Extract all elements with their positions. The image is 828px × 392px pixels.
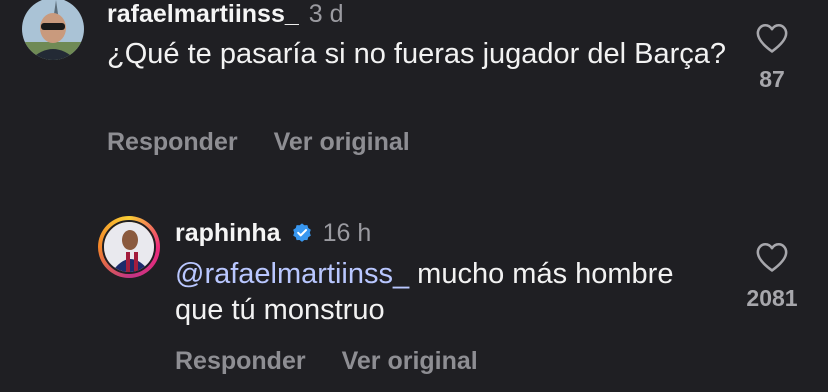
- comment-actions: Responder Ver original: [107, 128, 410, 157]
- reply-header: raphinha 16 h: [175, 216, 371, 250]
- like-control: 87: [727, 22, 817, 93]
- username[interactable]: raphinha: [175, 219, 281, 248]
- see-original-button[interactable]: Ver original: [342, 347, 478, 376]
- timestamp: 16 h: [322, 218, 372, 247]
- avatar[interactable]: [102, 220, 156, 274]
- timestamp: 3 d: [308, 0, 344, 28]
- avatar-photo: [104, 222, 154, 272]
- reply-button[interactable]: Responder: [175, 347, 306, 376]
- comment-text: ¿Qué te pasaría si no fueras jugador del…: [107, 38, 727, 70]
- avatar-photo: [22, 0, 84, 60]
- reply-text: @rafaelmartiinss_ mucho más hombre que t…: [175, 256, 695, 328]
- reply-actions: Responder Ver original: [175, 347, 478, 376]
- heart-icon[interactable]: [755, 241, 789, 273]
- like-control: 2081: [727, 241, 817, 312]
- comment-item: rafaelmartiinss_ 3 d ¿Qué te pasaría si …: [0, 0, 828, 170]
- mention-link[interactable]: @rafaelmartiinss_: [175, 258, 409, 290]
- reply-button[interactable]: Responder: [107, 128, 238, 157]
- verified-badge-icon: [292, 223, 311, 242]
- like-count: 2081: [746, 285, 798, 311]
- avatar[interactable]: [22, 0, 84, 60]
- username[interactable]: rafaelmartiinss_: [107, 0, 299, 29]
- see-original-button[interactable]: Ver original: [274, 128, 410, 157]
- heart-icon[interactable]: [755, 22, 789, 54]
- like-count: 87: [759, 66, 785, 92]
- comment-header: rafaelmartiinss_ 3 d: [107, 0, 344, 31]
